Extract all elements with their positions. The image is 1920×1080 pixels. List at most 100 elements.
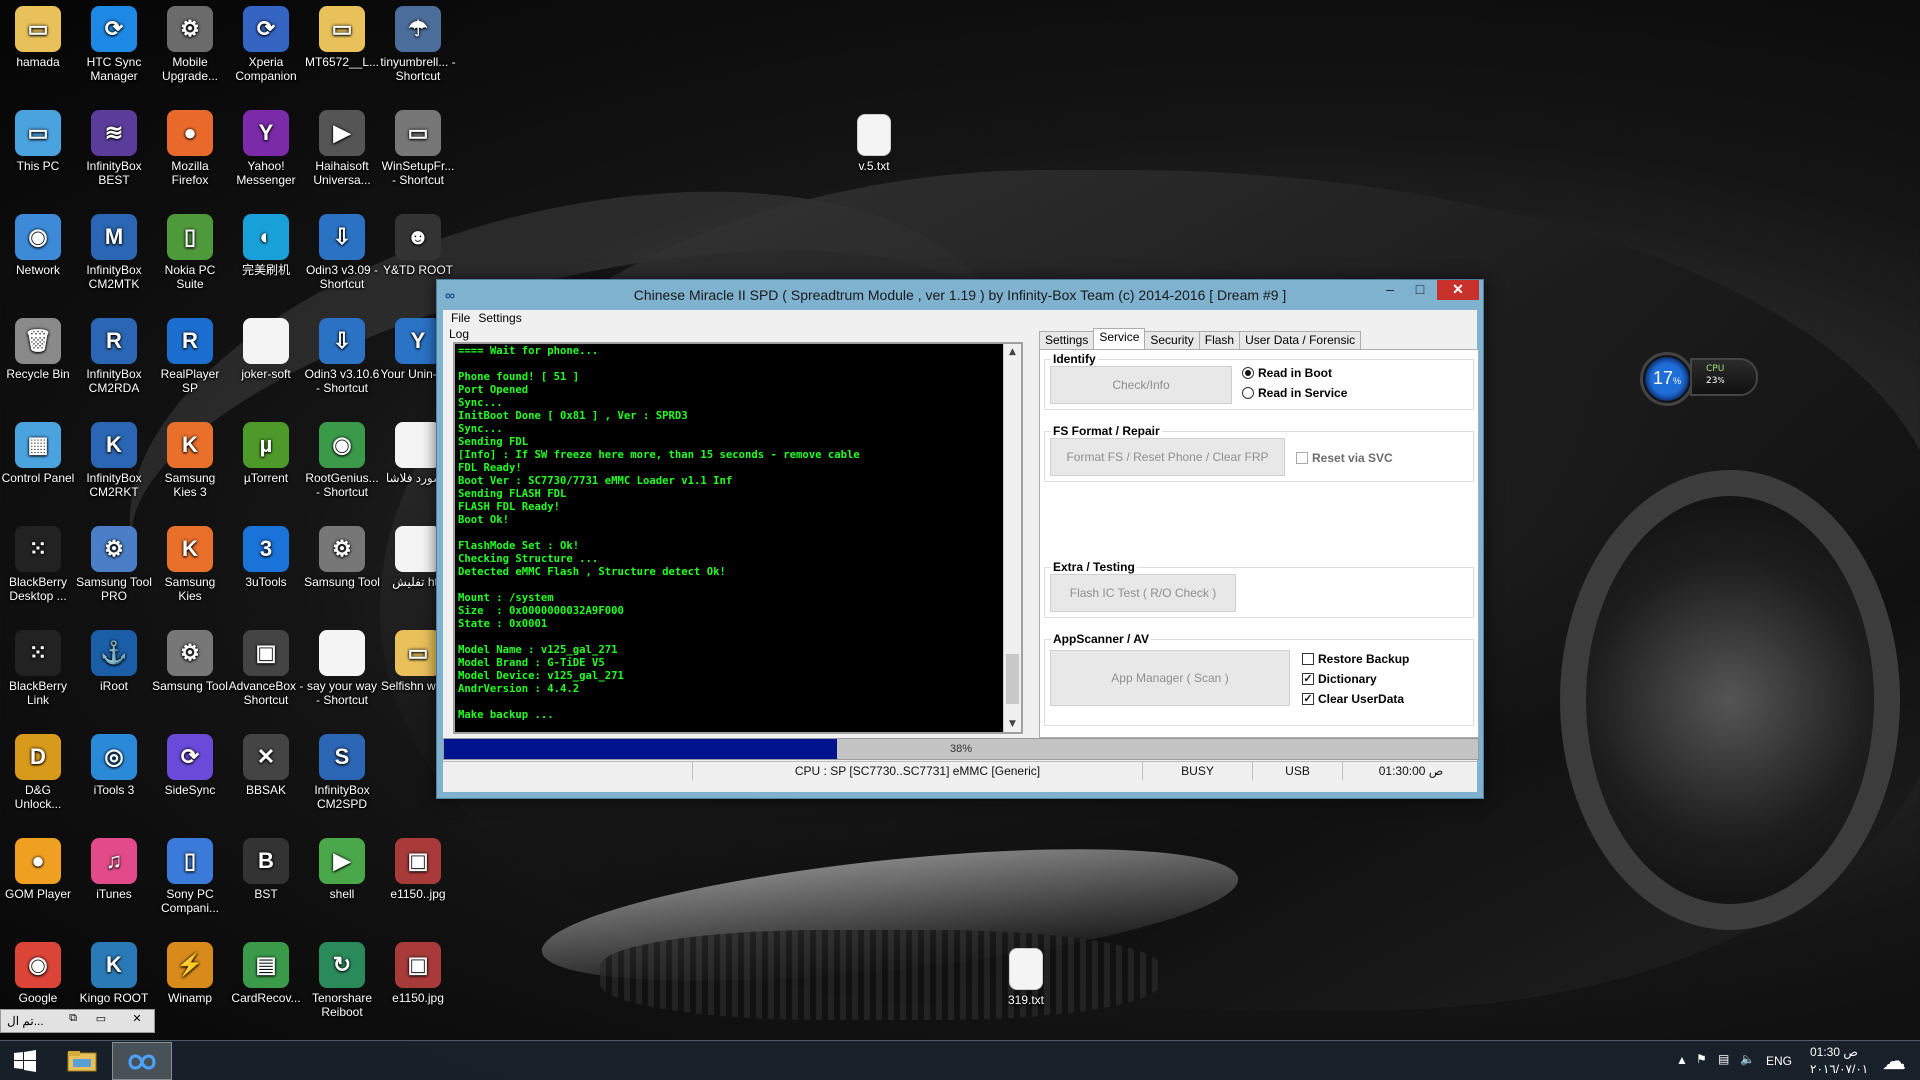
desktop-icon[interactable]: ☻ Y&TD ROOT	[380, 214, 456, 277]
scroll-up-icon[interactable]: ▲	[1004, 344, 1021, 360]
cm2spd-window[interactable]: ∞ Chinese Miracle II SPD ( Spreadtrum Mo…	[436, 279, 1484, 799]
tray-language[interactable]: ENG	[1766, 1054, 1792, 1068]
desktop-file-v5-txt[interactable]: v.5.txt	[836, 114, 912, 173]
desktop-icon[interactable]: ▯ Nokia PC Suite	[152, 214, 228, 291]
desktop-icon[interactable]: ▭ hamada	[0, 6, 76, 69]
minimize-button[interactable]: –	[1375, 280, 1405, 300]
desktop-icon[interactable]: ⟳ Xperia Companion	[228, 6, 304, 83]
flash-ic-test-button[interactable]: Flash IC Test ( R/O Check )	[1050, 574, 1236, 612]
check-info-button[interactable]: Check/Info	[1050, 366, 1232, 404]
close-icon[interactable]: ✕	[127, 1012, 147, 1030]
desktop-icon[interactable]: R RealPlayer SP	[152, 318, 228, 395]
desktop-icon[interactable]: R InfinityBox CM2RDA	[76, 318, 152, 395]
desktop-icon[interactable]: ▭ This PC	[0, 110, 76, 173]
desktop-icon[interactable]: 3 3uTools	[228, 526, 304, 589]
desktop-icon[interactable]: ▶ shell	[304, 838, 380, 901]
desktop-icon[interactable]: ⟳ SideSync	[152, 734, 228, 797]
start-button[interactable]	[0, 1041, 50, 1080]
desktop-icon[interactable]: ☂ tinyumbrell... - Shortcut	[380, 6, 456, 83]
taskbar-cm2spd[interactable]	[112, 1042, 172, 1080]
desktop-icon[interactable]: ⚙ Samsung Tool	[152, 630, 228, 693]
desktop-icon[interactable]: K Kingo ROOT	[76, 942, 152, 1005]
tab-security[interactable]: Security	[1144, 331, 1200, 349]
desktop-icon[interactable]: ⁙ BlackBerry Desktop ...	[0, 526, 76, 603]
desktop-icon[interactable]: K Samsung Kies 3	[152, 422, 228, 499]
desktop-icon[interactable]: ◉ Network	[0, 214, 76, 277]
dictionary-checkbox[interactable]: ✓ Dictionary	[1302, 672, 1377, 686]
log-output[interactable]: ==== Wait for phone... Phone found! [ 51 …	[453, 342, 1023, 734]
menu-file[interactable]: File	[449, 310, 476, 327]
window-titlebar[interactable]: ∞ Chinese Miracle II SPD ( Spreadtrum Mo…	[437, 280, 1483, 310]
desktop-icon[interactable]: ≋ InfinityBox BEST	[76, 110, 152, 187]
desktop-icon[interactable]: ♫ iTunes	[76, 838, 152, 901]
desktop-icon[interactable]: ● Mozilla Firefox	[152, 110, 228, 187]
minimized-window-bar[interactable]: تم ال... ⧉ ▭ ✕	[0, 1009, 155, 1033]
close-button[interactable]: ✕	[1437, 280, 1479, 300]
desktop-icon[interactable]: ▣ e1150..jpg	[380, 838, 456, 901]
tray-volume-icon[interactable]: 🔈	[1740, 1052, 1755, 1066]
menu-settings[interactable]: Settings	[476, 310, 527, 327]
desktop-icon[interactable]: D D&G Unlock...	[0, 734, 76, 811]
desktop-icon[interactable]: S InfinityBox CM2SPD	[304, 734, 380, 811]
desktop-icon[interactable]: ▭ MT6572__L...	[304, 6, 380, 69]
desktop-icon[interactable]: ▣ AdvanceBox - Shortcut	[228, 630, 304, 707]
desktop-icon[interactable]: K InfinityBox CM2RKT	[76, 422, 152, 499]
desktop-icon[interactable]: ▯ Sony PC Compani...	[152, 838, 228, 915]
tab-service[interactable]: Service	[1093, 328, 1146, 349]
scroll-thumb[interactable]	[1006, 654, 1019, 704]
desktop-icon[interactable]: ⚙ Samsung Tool PRO	[76, 526, 152, 603]
desktop-icon[interactable]: ⟳ HTC Sync Manager	[76, 6, 152, 83]
restore-icon[interactable]: ⧉	[63, 1012, 83, 1030]
format-fs-button[interactable]: Format FS / Reset Phone / Clear FRP	[1050, 438, 1285, 476]
desktop-icon[interactable]: B BST	[228, 838, 304, 901]
scroll-down-icon[interactable]: ▼	[1004, 716, 1021, 732]
desktop-icon[interactable]: ◐ 完美刷机	[228, 214, 304, 277]
taskbar-file-explorer[interactable]	[52, 1042, 112, 1080]
tray-network-icon[interactable]: ▤	[1718, 1052, 1729, 1066]
desktop-icon[interactable]: M InfinityBox CM2MTK	[76, 214, 152, 291]
desktop-icon[interactable]: ▭ WinSetupFr... - Shortcut	[380, 110, 456, 187]
reset-via-svc-checkbox[interactable]: Reset via SVC	[1296, 451, 1393, 465]
desktop-file-319-txt[interactable]: 319.txt	[988, 948, 1064, 1007]
desktop-icon[interactable]: ⇩ Odin3 v3.09 - Shortcut	[304, 214, 380, 291]
tray-clock-date[interactable]: ٢٠١٦/٠٧/٠١	[1810, 1062, 1868, 1076]
tray-clock-time[interactable]: 01:30 ص	[1810, 1045, 1858, 1059]
desktop-icon[interactable]: ▤ CardRecov...	[228, 942, 304, 1005]
desktop-icon[interactable]: ◉ Google	[0, 942, 76, 1005]
desktop-icon[interactable]: ⚓ iRoot	[76, 630, 152, 693]
desktop-icon[interactable]: joker-soft	[228, 318, 304, 381]
desktop-icon[interactable]: ▦ Control Panel	[0, 422, 76, 485]
desktop-icon[interactable]: ◎ iTools 3	[76, 734, 152, 797]
desktop-icon[interactable]: µ µTorrent	[228, 422, 304, 485]
desktop-icon[interactable]: ▣ e1150.jpg	[380, 942, 456, 1005]
cpu-gadget[interactable]: 17% CPU 23%	[1640, 352, 1760, 406]
tab-user-data-forensic[interactable]: User Data / Forensic	[1239, 331, 1362, 349]
desktop-icon[interactable]: ◉ RootGenius... - Shortcut	[304, 422, 380, 499]
app-manager-scan-button[interactable]: App Manager ( Scan )	[1050, 650, 1290, 706]
restore-backup-checkbox[interactable]: Restore Backup	[1302, 652, 1409, 666]
desktop-icon[interactable]: Y Yahoo! Messenger	[228, 110, 304, 187]
tray-weather-cloud-icon[interactable]: ☁	[1882, 1047, 1906, 1076]
desktop-icon[interactable]: ⚙ Samsung Tool	[304, 526, 380, 589]
tray-flag-icon[interactable]: ⚑	[1696, 1052, 1707, 1066]
maximize-button[interactable]: □	[1405, 280, 1435, 300]
tray-chevron-up-icon[interactable]: ▲	[1676, 1053, 1688, 1067]
desktop-icon[interactable]: ⚙ Mobile Upgrade...	[152, 6, 228, 83]
log-scrollbar[interactable]: ▲ ▼	[1003, 344, 1021, 732]
read-in-service-radio[interactable]: Read in Service	[1242, 386, 1347, 400]
desktop-icon[interactable]: say your way - Shortcut	[304, 630, 380, 707]
maximize-icon[interactable]: ▭	[91, 1012, 111, 1030]
desktop-icon[interactable]: 🗑 Recycle Bin	[0, 318, 76, 381]
tab-settings[interactable]: Settings	[1039, 331, 1095, 349]
clear-userdata-checkbox[interactable]: ✓ Clear UserData	[1302, 692, 1404, 706]
desktop-icon[interactable]: ⚡ Winamp	[152, 942, 228, 1005]
desktop-icon[interactable]: K Samsung Kies	[152, 526, 228, 603]
desktop-icon[interactable]: ▶ Haihaisoft Universa...	[304, 110, 380, 187]
desktop-icon[interactable]: ⁙ BlackBerry Link	[0, 630, 76, 707]
desktop-icon[interactable]: ⇩ Odin3 v3.10.6 - Shortcut	[304, 318, 380, 395]
desktop-icon[interactable]: ● GOM Player	[0, 838, 76, 901]
desktop-icon[interactable]: ↻ Tenorshare Reiboot	[304, 942, 380, 1019]
desktop-icon[interactable]: ✕ BBSAK	[228, 734, 304, 797]
tab-flash[interactable]: Flash	[1198, 331, 1241, 349]
read-in-boot-radio[interactable]: Read in Boot	[1242, 366, 1332, 380]
